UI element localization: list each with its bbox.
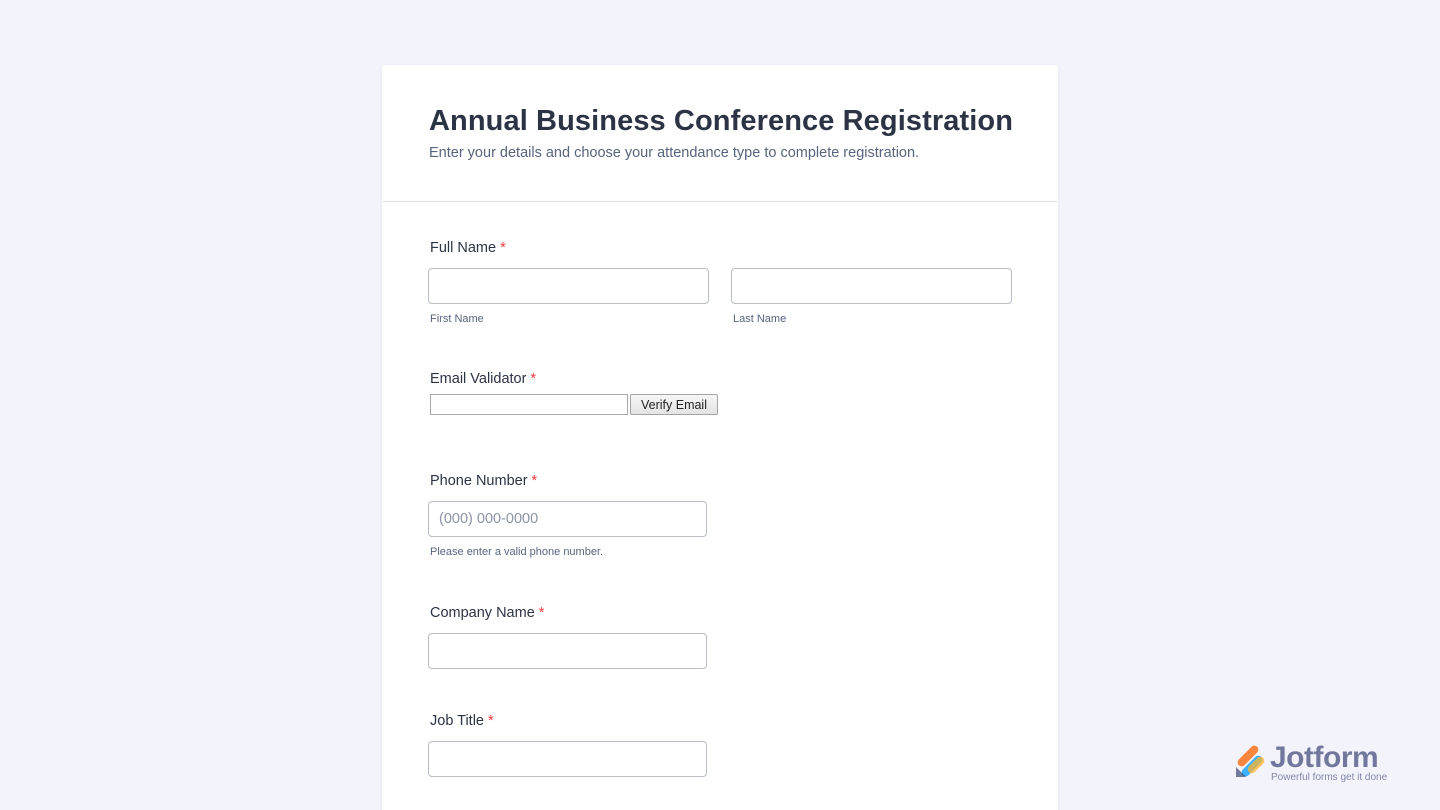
form-header: Annual Business Conference Registration … — [382, 65, 1058, 202]
required-asterisk: * — [500, 240, 506, 256]
required-asterisk: * — [488, 713, 494, 729]
phone-number-label: Phone Number * — [430, 472, 707, 490]
page: Annual Business Conference Registration … — [0, 0, 1440, 810]
company-name-field: Company Name * — [428, 604, 707, 669]
email-validator-label: Email Validator * — [430, 370, 718, 388]
phone-number-sublabel: Please enter a valid phone number. — [430, 546, 604, 558]
first-name-sublabel: First Name — [430, 313, 484, 325]
email-validator-input[interactable] — [430, 394, 628, 415]
phone-number-label-text: Phone Number — [430, 473, 528, 489]
email-validator-label-text: Email Validator — [430, 371, 527, 387]
email-validator-field: Email Validator * Verify Email — [428, 370, 718, 415]
full-name-row: First Name Last Name — [428, 268, 1012, 325]
last-name-column: Last Name — [731, 268, 1012, 325]
jotform-badge[interactable]: Jotform Powerful forms get it done — [1234, 741, 1402, 787]
required-asterisk: * — [530, 371, 537, 387]
phone-number-input[interactable] — [428, 501, 707, 537]
full-name-field: Full Name * First Name Last Name — [428, 239, 1012, 325]
job-title-field: Job Title * — [428, 712, 707, 777]
form-title: Annual Business Conference Registration — [429, 105, 1014, 137]
first-name-input[interactable] — [428, 268, 709, 304]
full-name-label-text: Full Name — [430, 240, 497, 256]
jotform-brand-name: Jotform — [1270, 741, 1379, 774]
email-validator-row: Verify Email — [430, 394, 718, 415]
required-asterisk: * — [538, 605, 545, 621]
last-name-sublabel: Last Name — [733, 313, 787, 325]
last-name-input[interactable] — [731, 268, 1012, 304]
job-title-input[interactable] — [428, 741, 707, 777]
form-subtitle: Enter your details and choose your atten… — [429, 145, 920, 161]
full-name-label: Full Name * — [430, 239, 1012, 257]
company-name-label: Company Name * — [430, 604, 707, 622]
form-card: Annual Business Conference Registration … — [382, 65, 1058, 810]
jotform-tagline: Powerful forms get it done — [1271, 772, 1388, 783]
jotform-logo-icon — [1236, 745, 1265, 777]
first-name-column: First Name — [428, 268, 709, 325]
job-title-label: Job Title * — [430, 712, 707, 730]
job-title-label-text: Job Title — [430, 713, 484, 729]
verify-email-button[interactable]: Verify Email — [630, 394, 718, 415]
company-name-input[interactable] — [428, 633, 707, 669]
phone-number-field: Phone Number* Please enter a valid phone… — [428, 472, 707, 558]
company-name-label-text: Company Name — [430, 605, 535, 621]
required-asterisk: * — [531, 473, 538, 489]
